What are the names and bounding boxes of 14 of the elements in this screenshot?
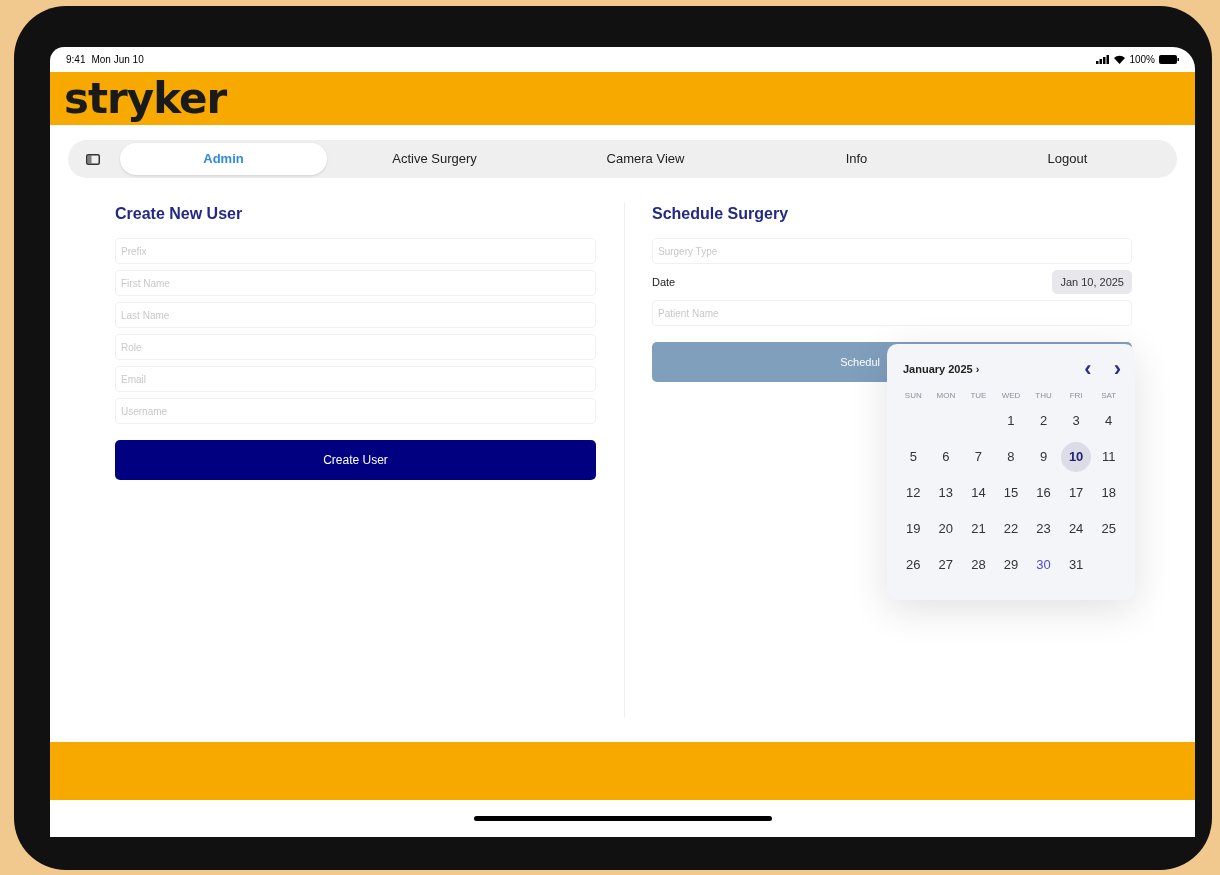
weekday-label: TUE	[969, 390, 988, 402]
weekday-label: SUN	[903, 390, 923, 402]
weekday-label: WED	[1000, 390, 1022, 402]
weekday-label: FRI	[1068, 390, 1084, 402]
section-title: Schedule Surgery	[652, 204, 790, 224]
date-label: Date	[652, 274, 676, 290]
status-time: 9:41	[66, 53, 86, 67]
weekday-label: MON	[935, 390, 957, 402]
logo: stryker	[64, 77, 227, 120]
weekday-label: SAT	[1100, 390, 1118, 402]
battery-percentage: 100%	[1129, 53, 1155, 67]
weekday-label: THU	[1034, 390, 1053, 402]
status-date: Mon Jun 10	[91, 53, 144, 67]
section-title: Create New User	[115, 204, 244, 224]
